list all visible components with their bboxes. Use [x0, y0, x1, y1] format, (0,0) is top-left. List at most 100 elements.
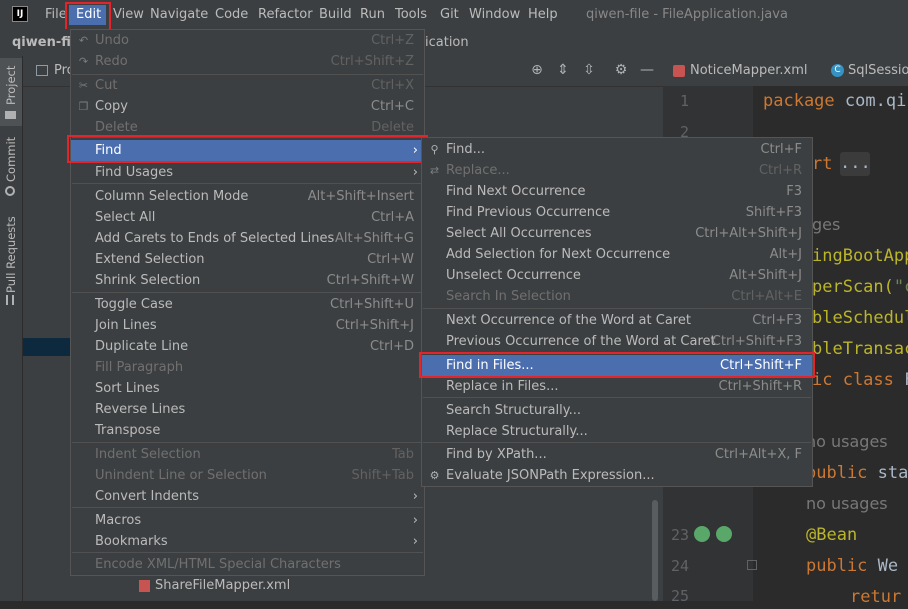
edit-menu-redo[interactable]: ↷ Redo Ctrl+Shift+Z	[71, 51, 424, 72]
edit-menu-join-lines[interactable]: Join Lines Ctrl+Shift+J	[71, 315, 424, 336]
find-menu-replace-structurally[interactable]: Replace Structurally...	[422, 421, 812, 442]
edit-menu-cut[interactable]: ✂ Cut Ctrl+X	[71, 75, 424, 96]
project-view-icon	[36, 65, 48, 76]
edit-menu-bookmarks[interactable]: Bookmarks ›	[71, 531, 424, 552]
find-menu-find-previous[interactable]: Find Previous Occurrence Shift+F3	[422, 202, 812, 223]
code-line-annotation: ingBootApp	[812, 246, 908, 266]
edit-menu-select-all[interactable]: Select All Ctrl+A	[71, 207, 424, 228]
line-number: 24	[670, 557, 689, 575]
line-number: 25	[670, 587, 689, 605]
menu-view[interactable]: View	[113, 0, 144, 29]
code-line-scheduling: bleSchedul	[812, 308, 908, 328]
expand-all-icon[interactable]: ⇕	[555, 62, 571, 78]
xml-file-icon	[139, 580, 150, 592]
gear-icon[interactable]: ⚙	[613, 62, 629, 78]
menu-separator	[72, 507, 423, 508]
xml-tab-icon	[673, 65, 685, 77]
submenu-arrow-icon: ›	[412, 165, 418, 180]
edit-menu-fill-paragraph[interactable]: Fill Paragraph	[71, 357, 424, 378]
submenu-arrow-icon: ›	[412, 534, 418, 549]
usages-hint: ges	[812, 215, 841, 234]
find-menu-search-structurally[interactable]: Search Structurally...	[422, 400, 812, 421]
code-line-main: public sta	[806, 463, 908, 483]
edit-menu-shrink-selection[interactable]: Shrink Selection Ctrl+Shift+W	[71, 270, 424, 291]
tool-tab-pull-requests-label: Pull Requests	[4, 216, 18, 293]
find-menu-select-all-occurrences[interactable]: Select All Occurrences Ctrl+Alt+Shift+J	[422, 223, 812, 244]
edit-menu-convert-indents[interactable]: Convert Indents ›	[71, 486, 424, 507]
fold-marker-icon[interactable]	[747, 560, 757, 570]
edit-menu-extend-selection[interactable]: Extend Selection Ctrl+W	[71, 249, 424, 270]
menu-tools[interactable]: Tools	[395, 0, 427, 29]
edit-menu-macros[interactable]: Macros ›	[71, 510, 424, 531]
edit-menu-duplicate-line[interactable]: Duplicate Line Ctrl+D	[71, 336, 424, 357]
find-menu-evaluate-jsonpath[interactable]: ⚙ Evaluate JSONPath Expression...	[422, 465, 812, 486]
search-icon: ⚲	[430, 143, 439, 156]
find-menu-previous-word-at-caret[interactable]: Previous Occurrence of the Word at Caret…	[422, 331, 812, 352]
menu-navigate[interactable]: Navigate	[150, 0, 208, 29]
edit-menu-reverse-lines[interactable]: Reverse Lines	[71, 399, 424, 420]
find-submenu: ⚲ Find... Ctrl+F ⇄ Replace... Ctrl+R Find Ne…	[421, 137, 813, 487]
edit-menu-find-usages[interactable]: Find Usages ›	[71, 162, 424, 183]
breadcrumb-tail[interactable]: ication	[425, 29, 469, 56]
menu-refactor[interactable]: Refactor	[258, 0, 313, 29]
class-icon: C	[831, 64, 844, 77]
code-line-class: ic class F	[812, 370, 908, 390]
edit-menu-column-selection[interactable]: Column Selection Mode Alt+Shift+Insert	[71, 186, 424, 207]
find-menu-find-next[interactable]: Find Next Occurrence F3	[422, 181, 812, 202]
collapse-all-icon[interactable]: ⇳	[581, 62, 597, 78]
bean-gutter-icon[interactable]	[694, 526, 710, 542]
menu-window[interactable]: Window	[469, 0, 520, 29]
undo-icon: ↶	[78, 34, 89, 47]
find-menu-add-selection-next[interactable]: Add Selection for Next Occurrence Alt+J	[422, 244, 812, 265]
find-menu-replace-in-files[interactable]: Replace in Files... Ctrl+Shift+R	[422, 376, 812, 397]
code-line-package: package com.qi	[763, 91, 907, 111]
code-line-bean: @Bean	[806, 525, 858, 545]
find-menu-next-word-at-caret[interactable]: Next Occurrence of the Word at Caret Ctrl…	[422, 310, 812, 331]
line-number: 23	[670, 526, 689, 544]
usages-hint: no usages	[806, 494, 888, 513]
submenu-arrow-icon: ›	[412, 489, 418, 504]
menu-help[interactable]: Help	[528, 0, 558, 29]
menu-run[interactable]: Run	[360, 0, 385, 29]
edit-menu-encode-xml[interactable]: Encode XML/HTML Special Characters	[71, 554, 424, 575]
find-menu-find-by-xpath[interactable]: Find by XPath... Ctrl+Alt+X, F	[422, 444, 812, 465]
menu-file[interactable]: File	[45, 0, 67, 29]
line-number: 1	[679, 92, 689, 110]
edit-menu-undo[interactable]: ↶ Undo Ctrl+Z	[71, 30, 424, 51]
window-title: qiwen-file - FileApplication.java	[586, 7, 788, 22]
find-menu-unselect-occurrence[interactable]: Unselect Occurrence Alt+Shift+J	[422, 265, 812, 286]
edit-menu-sort-lines[interactable]: Sort Lines	[71, 378, 424, 399]
menu-code[interactable]: Code	[215, 0, 248, 29]
project-scrollbar[interactable]	[652, 500, 658, 601]
menu-build[interactable]: Build	[319, 0, 352, 29]
tree-item-sharefilemapper[interactable]: ShareFileMapper.xml	[155, 576, 290, 596]
code-line-transaction: bleTransac	[812, 339, 908, 359]
hide-icon[interactable]: —	[639, 62, 655, 78]
menu-separator	[423, 397, 811, 398]
edit-menu-add-carets[interactable]: Add Carets to Ends of Selected Lines Alt+…	[71, 228, 424, 249]
edit-menu-toggle-case[interactable]: Toggle Case Ctrl+Shift+U	[71, 294, 424, 315]
menu-git[interactable]: Git	[440, 0, 459, 29]
find-menu-find[interactable]: ⚲ Find... Ctrl+F	[422, 139, 812, 160]
edit-menu-unindent[interactable]: Unindent Line or Selection Shift+Tab	[71, 465, 424, 486]
editor-tab-sqlsession[interactable]: SqlSession	[848, 56, 908, 86]
folded-imports-chip[interactable]: ...	[840, 152, 871, 176]
run-gutter-icon[interactable]	[716, 526, 732, 542]
find-menu-search-in-selection[interactable]: Search In Selection Ctrl+Alt+E	[422, 286, 812, 307]
tool-tab-commit-label: Commit	[4, 136, 18, 182]
jsonpath-icon: ⚙	[429, 469, 440, 482]
edit-menu-transpose[interactable]: Transpose	[71, 420, 424, 441]
edit-menu-indent-selection[interactable]: Indent Selection Tab	[71, 444, 424, 465]
copy-icon: ❐	[78, 100, 89, 113]
code-line-web: public We	[806, 556, 899, 576]
code-line-mapperscan: perScan("c	[812, 277, 908, 297]
pull-request-icon	[6, 295, 14, 305]
intellij-logo-icon: IJ	[12, 6, 28, 22]
locate-icon[interactable]: ⊕	[529, 62, 545, 78]
editor-tab-noticemapper[interactable]: NoticeMapper.xml	[690, 56, 807, 86]
find-menu-replace[interactable]: ⇄ Replace... Ctrl+R	[422, 160, 812, 181]
redo-icon: ↷	[78, 55, 89, 68]
menu-separator	[72, 292, 423, 293]
edit-menu-dropdown: ↶ Undo Ctrl+Z ↷ Redo Ctrl+Shift+Z ✂ Cut Ctrl+X…	[70, 29, 425, 576]
edit-menu-copy[interactable]: ❐ Copy Ctrl+C	[71, 96, 424, 117]
